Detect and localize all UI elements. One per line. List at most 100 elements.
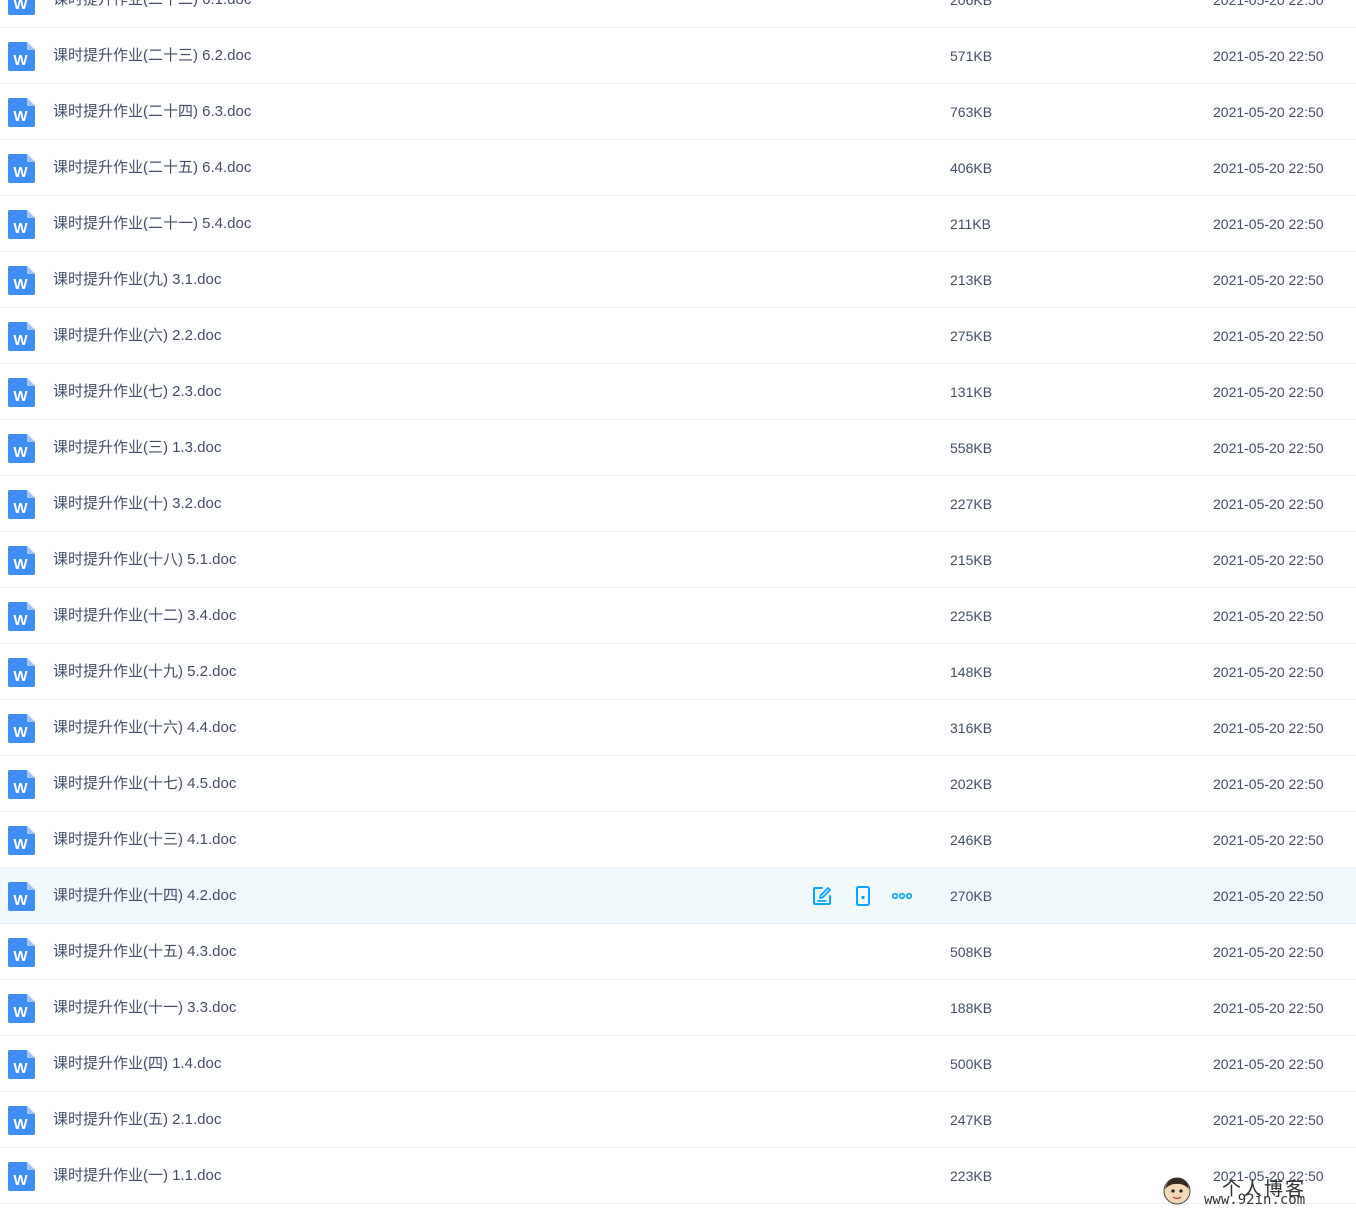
file-name[interactable]: 课时提升作业(十) 3.2.doc xyxy=(53,476,221,532)
file-row[interactable]: W 课时提升作业(十三) 4.1.doc 246KB 2021-05-20 22… xyxy=(0,812,1356,868)
file-size: 202KB xyxy=(950,776,993,792)
file-row[interactable]: W 课时提升作业(七) 2.3.doc 131KB 2021-05-20 22:… xyxy=(0,364,1356,420)
file-name[interactable]: 课时提升作业(十七) 4.5.doc xyxy=(53,756,236,812)
file-size: 215KB xyxy=(950,552,993,568)
svg-text:W: W xyxy=(13,1004,28,1021)
svg-text:W: W xyxy=(13,108,28,125)
file-date: 2021-05-20 22:50 xyxy=(1213,384,1324,400)
word-doc-icon: W xyxy=(8,266,35,295)
file-name[interactable]: 课时提升作业(二十一) 5.4.doc xyxy=(53,196,251,252)
file-row[interactable]: W 课时提升作业(二十二) 6.1.doc xyxy=(0,0,1356,28)
edit-icon[interactable] xyxy=(811,885,833,907)
svg-text:W: W xyxy=(13,724,28,741)
file-row[interactable]: W 课时提升作业(十四) 4.2.doc 270KB 2021-05-20 22… xyxy=(0,868,1356,924)
file-size: 763KB xyxy=(950,104,993,120)
file-row[interactable]: W 课时提升作业(六) 2.2.doc 275KB 2021-05-20 22:… xyxy=(0,308,1356,364)
svg-text:W: W xyxy=(13,892,28,909)
file-name[interactable]: 课时提升作业(十二) 3.4.doc xyxy=(53,588,236,644)
file-name[interactable]: 课时提升作业(十三) 4.1.doc xyxy=(53,812,236,868)
file-name[interactable]: 课时提升作业(六) 2.2.doc xyxy=(53,308,221,364)
file-name[interactable]: 课时提升作业(二十三) 6.2.doc xyxy=(53,28,251,84)
word-doc-icon: W xyxy=(8,602,35,631)
file-row[interactable]: W 课时提升作业(十六) 4.4.doc 316KB 2021-05-20 22… xyxy=(0,700,1356,756)
file-row[interactable]: W 课时提升作业(十八) 5.1.doc 215KB 2021-05-20 22… xyxy=(0,532,1356,588)
file-name[interactable]: 课时提升作业(二十四) 6.3.doc xyxy=(53,84,251,140)
file-name[interactable]: 课时提升作业(五) 2.1.doc xyxy=(53,1092,221,1148)
word-doc-icon: W xyxy=(8,1106,35,1135)
word-doc-icon: W xyxy=(8,42,35,71)
mobile-icon[interactable] xyxy=(852,885,874,907)
file-size: 223KB xyxy=(950,1168,993,1184)
file-name[interactable]: 课时提升作业(十一) 3.3.doc xyxy=(53,980,236,1036)
file-size: 188KB xyxy=(950,1000,993,1016)
file-date: 2021-05-20 22:50 xyxy=(1213,720,1324,736)
file-date: 2021-05-20 22:50 xyxy=(1213,1112,1324,1128)
file-row[interactable]: W 课时提升作业(十九) 5.2.doc 148KB 2021-05-20 22… xyxy=(0,644,1356,700)
file-name[interactable]: 课时提升作业(十八) 5.1.doc xyxy=(53,532,236,588)
file-name[interactable]: 课时提升作业(十四) 4.2.doc xyxy=(53,868,236,924)
file-row[interactable]: W 课时提升作业(十一) 3.3.doc 188KB 2021-05-20 22… xyxy=(0,980,1356,1036)
file-name[interactable]: 课时提升作业(二十五) 6.4.doc xyxy=(53,140,251,196)
file-date: 2021-05-20 22:50 xyxy=(1213,48,1324,64)
file-date: 2021-05-20 22:50 xyxy=(1213,160,1324,176)
file-size: 500KB xyxy=(950,1056,993,1072)
svg-text:W: W xyxy=(13,1116,28,1133)
file-name[interactable]: 课时提升作业(二十二) 6.1.doc xyxy=(53,0,251,28)
file-row[interactable]: W 课时提升作业(二十一) 5.4.doc 211KB 2021-05-20 2… xyxy=(0,196,1356,252)
svg-text:W: W xyxy=(13,1060,28,1077)
file-row[interactable]: W 课时提升作业(九) 3.1.doc 213KB 2021-05-20 22:… xyxy=(0,252,1356,308)
file-date: 2021-05-20 22:50 xyxy=(1213,104,1324,120)
file-name[interactable]: 课时提升作业(九) 3.1.doc xyxy=(53,252,221,308)
file-size: 148KB xyxy=(950,664,993,680)
more-icon[interactable] xyxy=(891,885,913,907)
file-row[interactable]: W 课时提升作业(十五) 4.3.doc 508KB 2021-05-20 22… xyxy=(0,924,1356,980)
word-doc-icon: W xyxy=(8,1050,35,1079)
word-doc-icon: W xyxy=(8,658,35,687)
file-name[interactable]: 课时提升作业(三) 1.3.doc xyxy=(53,420,221,476)
file-date: 2021-05-20 22:50 xyxy=(1213,216,1324,232)
file-size: 206KB xyxy=(950,0,993,8)
svg-text:W: W xyxy=(13,668,28,685)
svg-text:W: W xyxy=(13,556,28,573)
file-date: 2021-05-20 22:50 xyxy=(1213,776,1324,792)
file-row[interactable]: W 课时提升作业(一) 1.1.doc 223KB 2021-05-20 22:… xyxy=(0,1148,1356,1204)
svg-text:W: W xyxy=(13,0,28,13)
file-row[interactable]: W 课时提升作业(三) 1.3.doc 558KB 2021-05-20 22:… xyxy=(0,420,1356,476)
word-doc-icon: W xyxy=(8,378,35,407)
file-date: 2021-05-20 22:50 xyxy=(1213,944,1324,960)
file-date: 2021-05-20 22:50 xyxy=(1213,1000,1324,1016)
file-row[interactable]: W 课时提升作业(四) 1.4.doc 500KB 2021-05-20 22:… xyxy=(0,1036,1356,1092)
word-doc-icon: W xyxy=(8,98,35,127)
file-size: 508KB xyxy=(950,944,993,960)
file-date: 2021-05-20 22:50 xyxy=(1213,608,1324,624)
file-name[interactable]: 课时提升作业(一) 1.1.doc xyxy=(53,1148,221,1204)
word-doc-icon: W xyxy=(8,1162,35,1191)
file-date: 2021-05-20 22:50 xyxy=(1213,440,1324,456)
file-row[interactable]: W 课时提升作业(五) 2.1.doc 247KB 2021-05-20 22:… xyxy=(0,1092,1356,1148)
file-list: W 课时提升作业(二十二) 6.1.doc xyxy=(0,0,1356,1204)
file-name[interactable]: 课时提升作业(十五) 4.3.doc xyxy=(53,924,236,980)
file-row[interactable]: W 课时提升作业(十七) 4.5.doc 202KB 2021-05-20 22… xyxy=(0,756,1356,812)
file-size: 406KB xyxy=(950,160,993,176)
file-row[interactable]: W 课时提升作业(二十五) 6.4.doc 406KB 2021-05-20 2… xyxy=(0,140,1356,196)
file-date: 2021-05-20 22:50 xyxy=(1213,664,1324,680)
file-row[interactable]: W 课时提升作业(二十四) 6.3.doc 763KB 2021-05-20 2… xyxy=(0,84,1356,140)
svg-text:W: W xyxy=(13,612,28,629)
svg-text:W: W xyxy=(13,220,28,237)
file-name[interactable]: 课时提升作业(十九) 5.2.doc xyxy=(53,644,236,700)
file-row[interactable]: W 课时提升作业(十) 3.2.doc 227KB 2021-05-20 22:… xyxy=(0,476,1356,532)
file-date: 2021-05-20 22:50 xyxy=(1213,832,1324,848)
file-date: 2021-05-20 22:50 xyxy=(1213,0,1324,8)
file-row[interactable]: W 课时提升作业(二十三) 6.2.doc 571KB 2021-05-20 2… xyxy=(0,28,1356,84)
svg-text:W: W xyxy=(13,500,28,517)
file-name[interactable]: 课时提升作业(四) 1.4.doc xyxy=(53,1036,221,1092)
svg-text:W: W xyxy=(13,52,28,69)
file-size: 275KB xyxy=(950,328,993,344)
file-name[interactable]: 课时提升作业(七) 2.3.doc xyxy=(53,364,221,420)
file-name[interactable]: 课时提升作业(十六) 4.4.doc xyxy=(53,700,236,756)
file-row[interactable]: W 课时提升作业(十二) 3.4.doc 225KB 2021-05-20 22… xyxy=(0,588,1356,644)
file-size: 213KB xyxy=(950,272,993,288)
file-size: 225KB xyxy=(950,608,993,624)
word-doc-icon: W xyxy=(8,882,35,911)
word-doc-icon: W xyxy=(8,994,35,1023)
